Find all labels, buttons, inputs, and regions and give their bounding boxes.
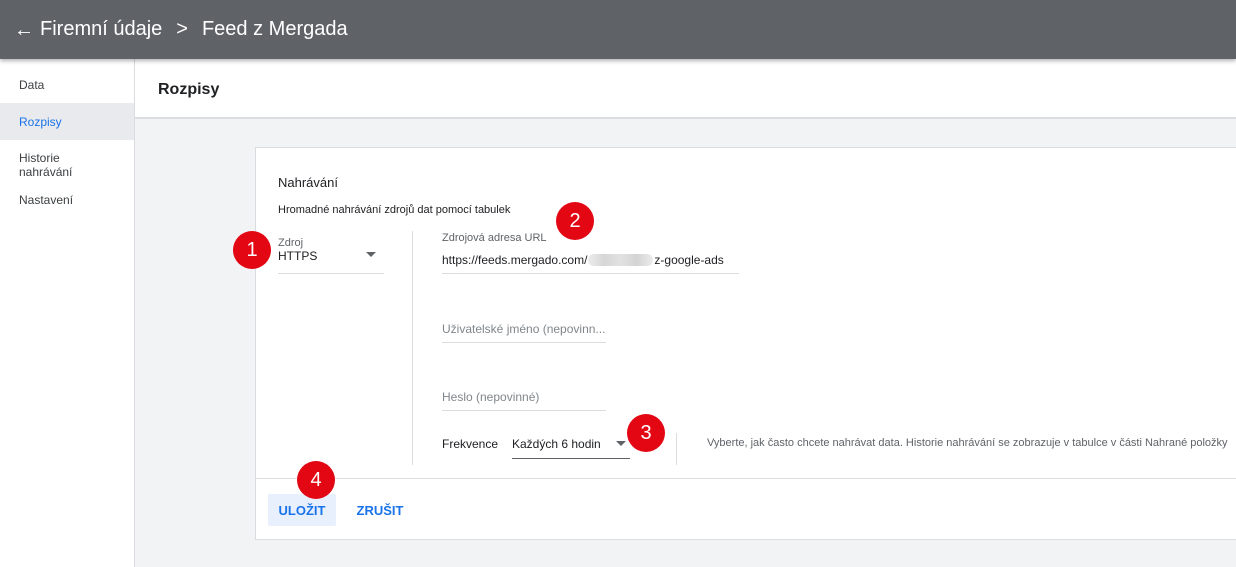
username-field[interactable]: Uživatelské jméno (nepovinn... — [442, 322, 605, 336]
vertical-divider — [412, 231, 413, 465]
annotation-marker-2: 2 — [556, 202, 594, 240]
source-select[interactable]: HTTPS — [278, 249, 317, 263]
sidebar-item-label: Nastavení — [19, 193, 74, 207]
horizontal-divider — [256, 478, 1236, 479]
frequency-label: Frekvence — [442, 437, 499, 451]
frequency-underline — [512, 458, 630, 459]
sidebar-item-label: Historie nahrávání — [19, 151, 73, 179]
section-description: Hromadné nahrávání zdrojů dat pomocí tab… — [278, 204, 511, 216]
url-suffix: z-google-ads — [654, 253, 724, 267]
breadcrumb-parent[interactable]: Firemní údaje — [40, 18, 162, 41]
frequency-select[interactable]: Každých 6 hodin — [512, 437, 601, 451]
app-header: ← Firemní údaje > Feed z Mergada — [0, 0, 1236, 59]
sidebar-item-rozpisy[interactable]: Rozpisy — [0, 103, 134, 140]
sidebar-item-data[interactable]: Data — [0, 78, 134, 97]
arrow-back-icon[interactable]: ← — [14, 20, 40, 40]
upload-card: Nahrávání Hromadné nahrávání zdrojů dat … — [255, 147, 1236, 540]
sidebar-item-label: Rozpisy — [19, 115, 62, 129]
sidebar-item-historie[interactable]: Historie nahrávání — [0, 151, 90, 193]
breadcrumb-separator: > — [176, 18, 188, 40]
sidebar-item-nastaveni[interactable]: Nastavení — [0, 193, 134, 212]
cancel-button[interactable]: ZRUŠIT — [348, 494, 412, 526]
redacted-blur — [588, 254, 654, 266]
page-title: Rozpisy — [158, 81, 220, 98]
password-underline — [442, 410, 606, 411]
url-underline — [442, 273, 739, 274]
frequency-help-text: Vyberte, jak často chcete nahrávat data.… — [707, 437, 1228, 449]
dropdown-arrow-icon[interactable] — [366, 252, 376, 257]
annotation-marker-3: 3 — [627, 414, 665, 452]
sidebar-item-label: Data — [19, 78, 45, 92]
annotation-marker-1: 1 — [233, 231, 271, 269]
breadcrumb-current: Feed z Mergada — [201, 18, 348, 40]
url-prefix: https://feeds.mergado.com/ — [442, 253, 588, 267]
dropdown-arrow-icon[interactable] — [616, 441, 626, 446]
password-field[interactable]: Heslo (nepovinné) — [442, 390, 539, 404]
url-input[interactable]: https://feeds.mergado.com/ z-google-ads — [442, 253, 724, 267]
username-underline — [442, 342, 606, 343]
section-title: Nahrávání — [278, 175, 338, 190]
page-header: Rozpisy — [135, 59, 1236, 119]
save-button[interactable]: ULOŽIT — [268, 494, 336, 526]
source-label: Zdroj — [278, 237, 304, 249]
vertical-divider — [676, 433, 677, 465]
sidebar: Data Rozpisy Historie nahrávání Nastaven… — [0, 59, 135, 567]
source-underline — [278, 273, 384, 274]
url-label: Zdrojová adresa URL — [442, 232, 547, 244]
annotation-marker-4: 4 — [297, 461, 335, 499]
